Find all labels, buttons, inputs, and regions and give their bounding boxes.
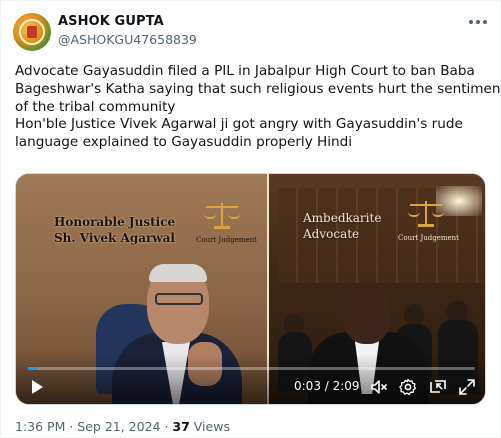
judge-glasses bbox=[155, 293, 203, 305]
fullscreen-icon[interactable] bbox=[458, 378, 476, 396]
author-handle[interactable]: @ASHOKGU47658839 bbox=[58, 32, 197, 47]
more-icon[interactable] bbox=[469, 15, 491, 29]
tweet-text-line: Bageshwar's Katha saying that such relig… bbox=[15, 80, 501, 97]
picture-in-picture-icon[interactable] bbox=[429, 378, 447, 396]
justice-scale-icon bbox=[202, 200, 242, 234]
caption-line: Ambedkarite bbox=[303, 211, 382, 225]
video-progress-bar[interactable] bbox=[28, 367, 475, 370]
tweet-timestamp[interactable]: 1:36 PM · Sep 21, 2024 · bbox=[15, 419, 172, 434]
video-right-caption: Ambedkarite Advocate bbox=[303, 210, 381, 242]
video-time: 0:03 / 2:09 bbox=[294, 379, 360, 393]
caption-line: Sh. Vivek Agarwal bbox=[54, 231, 175, 245]
caption-line: Advocate bbox=[303, 227, 360, 241]
volume-muted-icon[interactable] bbox=[370, 378, 388, 396]
video-progress-fill bbox=[28, 367, 39, 370]
video-left-caption: Honorable Justice Sh. Vivek Agarwal bbox=[54, 214, 175, 246]
tweet-text-line: language explained to Gayasuddin properl… bbox=[15, 134, 353, 151]
court-badge-label: Court Judgement bbox=[398, 234, 459, 242]
tweet-text: Advocate Gayasuddin filed a PIL in Jabal… bbox=[15, 63, 501, 152]
caption-line: Honorable Justice bbox=[54, 215, 176, 229]
author-name[interactable]: ASHOK GUPTA bbox=[58, 14, 164, 29]
tweet-meta: 1:36 PM · Sep 21, 2024 · 37 Views bbox=[15, 419, 230, 434]
tweet-card: ASHOK GUPTA @ASHOKGU47658839 Advocate Ga… bbox=[0, 0, 501, 438]
video-player[interactable]: Honorable Justice Sh. Vivek Agarwal Cour… bbox=[15, 173, 486, 405]
avatar-emblem bbox=[27, 26, 37, 38]
views-label: Views bbox=[189, 419, 230, 434]
views-count: 37 bbox=[172, 419, 190, 434]
play-icon[interactable] bbox=[28, 378, 46, 396]
court-badge-label: Court Judgement bbox=[196, 236, 257, 244]
judge-hair bbox=[149, 264, 207, 282]
tweet-text-line: of the tribal community bbox=[15, 98, 176, 115]
advocate-head bbox=[343, 286, 391, 344]
gear-icon[interactable] bbox=[399, 378, 417, 396]
justice-scale-icon bbox=[406, 198, 446, 232]
avatar[interactable] bbox=[13, 13, 51, 51]
tweet-text-line: Advocate Gayasuddin filed a PIL in Jabal… bbox=[15, 63, 475, 79]
crowd-person bbox=[404, 304, 424, 326]
tweet-text-line: Hon'ble Justice Vivek Agarwal ji got ang… bbox=[15, 116, 463, 133]
